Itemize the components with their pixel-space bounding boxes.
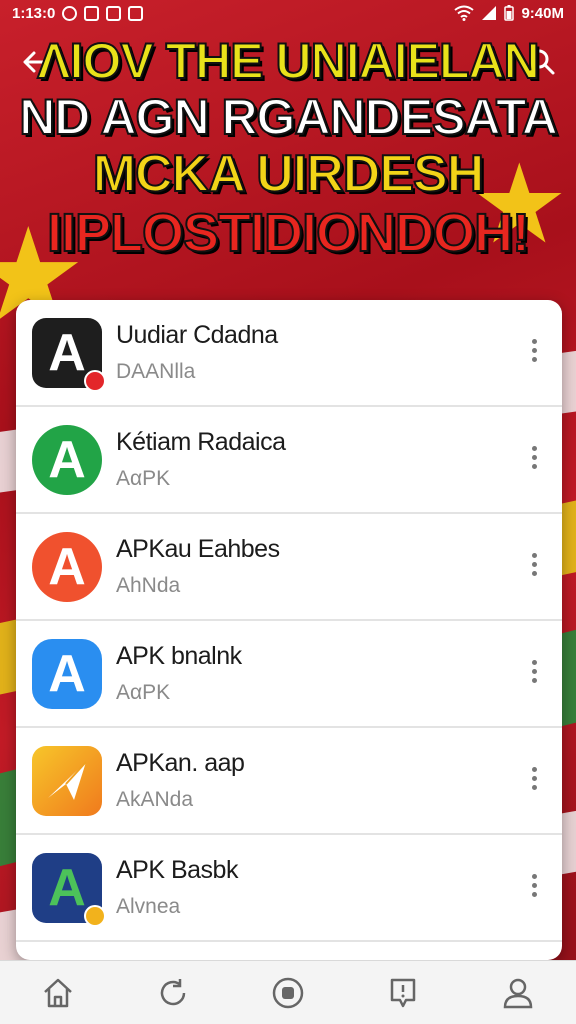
more-options-button[interactable] <box>524 437 544 477</box>
status-clock-right: 9:40M <box>521 4 564 22</box>
app-name: Uudiar Cdadna <box>116 321 278 349</box>
more-options-button[interactable] <box>524 651 544 691</box>
headline-line-2: ND AGN RGANDESATA <box>18 89 559 145</box>
status-time: 1:13:0 <box>12 4 56 22</box>
app-name: APK Basbk <box>116 856 238 884</box>
list-item[interactable]: A APK Basbk Alvnea <box>16 835 562 942</box>
refresh-icon <box>160 978 186 1005</box>
app-subtitle: AαPK <box>116 467 171 490</box>
app-subtitle: DAANlla <box>116 360 196 383</box>
headline: ΛIOV THE UNIAIELAN ND AGN RGANDESATA MCK… <box>0 33 576 263</box>
profile-icon <box>504 978 533 1008</box>
app-subtitle: AhNda <box>116 574 181 597</box>
list-item[interactable]: A Kétiam Radaica AαPK <box>16 407 562 514</box>
app-list-card: A Uudiar Cdadna DAANlla A Kétiam Radaica… <box>16 300 562 960</box>
wifi-icon <box>454 5 475 21</box>
more-options-button[interactable] <box>524 330 544 370</box>
message-icon <box>390 978 416 1007</box>
signal-icon <box>482 6 497 20</box>
app-name: APK bnalnk <box>116 642 242 670</box>
list-item[interactable]: A APK bnalnk AαPK <box>16 621 562 728</box>
home-icon <box>43 978 72 1007</box>
more-options-button[interactable] <box>524 865 544 905</box>
app-name: APKan. aap <box>116 749 245 777</box>
headline-line-4: IIPLOSTIDIONDOH! <box>46 203 531 263</box>
app-icon <box>128 5 144 21</box>
a-logo-icon: A <box>32 531 102 602</box>
list-item[interactable]: A Uudiar Cdadna DAANlla <box>16 300 562 407</box>
paper-plane-icon <box>32 745 102 816</box>
badge-icon <box>84 369 106 392</box>
headline-line-3: MCKA UIRDESH <box>92 145 486 203</box>
status-bar: 1:13:0 9:40M <box>0 0 576 26</box>
nav-messages[interactable] <box>375 965 431 1021</box>
a-logo-icon: A <box>32 638 102 709</box>
more-options-button[interactable] <box>524 544 544 584</box>
a-logo-icon: A <box>32 317 106 392</box>
list-item[interactable]: APKan. aap AkANda <box>16 728 562 835</box>
app-subtitle: Alvnea <box>116 895 181 918</box>
app-name: APKau Eahbes <box>116 535 280 563</box>
battery-icon <box>504 5 515 21</box>
notification-icon <box>106 5 122 21</box>
a-logo-icon: A <box>32 424 102 495</box>
sync-icon <box>62 5 78 21</box>
nav-refresh[interactable] <box>145 965 201 1021</box>
app-name: Kétiam Radaica <box>116 428 286 456</box>
app-subtitle: AkANda <box>116 788 194 811</box>
image-icon <box>84 5 100 21</box>
list-item[interactable]: A APKau Eahbes AhNda <box>16 514 562 621</box>
nav-home[interactable] <box>30 965 86 1021</box>
nav-profile[interactable] <box>490 965 546 1021</box>
record-icon <box>272 977 304 1008</box>
badge-icon <box>84 904 106 927</box>
nav-record[interactable] <box>260 965 316 1021</box>
app-subtitle: AαPK <box>116 681 171 704</box>
more-options-button[interactable] <box>524 758 544 798</box>
a-logo-icon: A <box>32 852 106 927</box>
headline-line-1: ΛIOV THE UNIAIELAN <box>36 33 540 89</box>
bottom-navigation <box>0 960 576 1024</box>
